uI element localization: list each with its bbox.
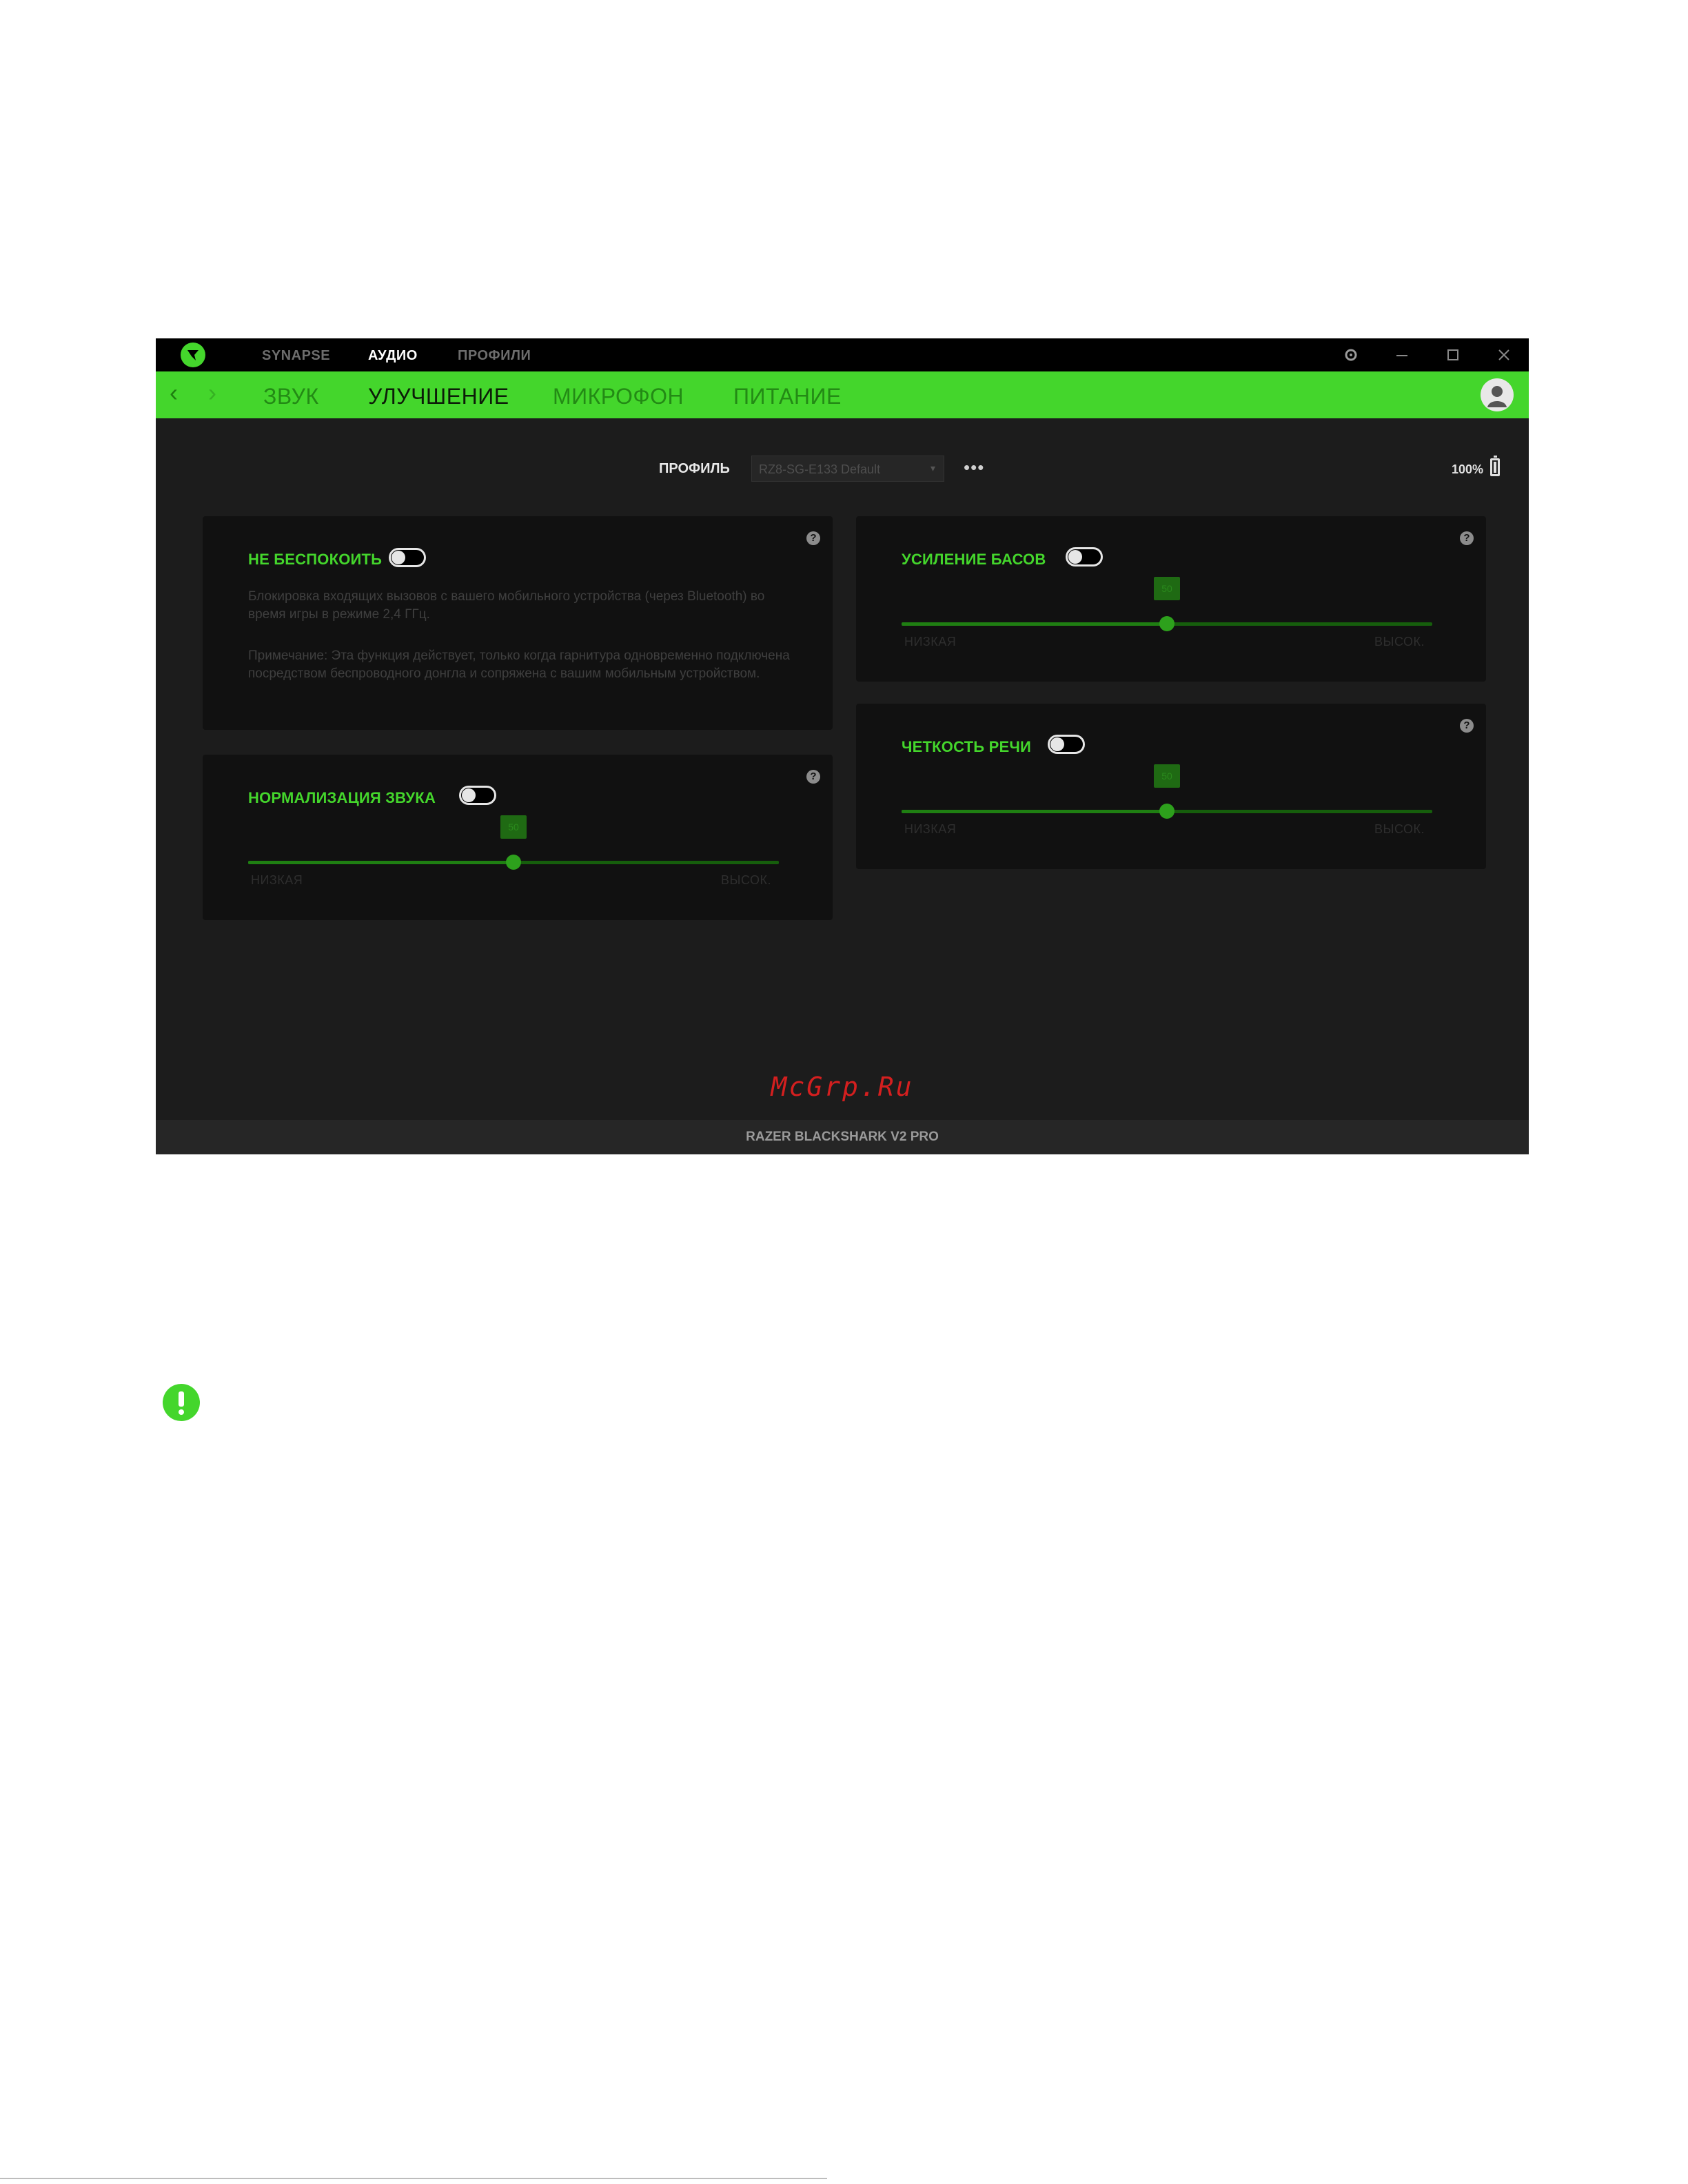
profile-label: ПРОФИЛЬ — [659, 461, 730, 476]
help-icon[interactable]: ? — [806, 531, 820, 545]
clarity-slider[interactable]: 50 — [902, 764, 1432, 819]
slider-low-label: НИЗКАЯ — [251, 873, 303, 887]
help-icon[interactable]: ? — [1460, 531, 1474, 545]
slider-fill — [902, 810, 1167, 813]
tab-microphone[interactable]: МИКРОФОН — [553, 384, 684, 409]
user-icon[interactable] — [1481, 378, 1514, 411]
tab-enhancement[interactable]: УЛУЧШЕНИЕ — [368, 384, 509, 409]
card-title: УСИЛЕНИЕ БАСОВ — [902, 551, 1046, 568]
tab-synapse[interactable]: SYNAPSE — [262, 348, 330, 364]
card-do-not-disturb: ? НЕ БЕСПОКОИТЬ Блокировка входящих вызо… — [203, 516, 833, 730]
profile-dropdown[interactable]: RZ8-SG-E133 Default ▾ — [751, 456, 944, 482]
profile-row: ПРОФИЛЬ RZ8-SG-E133 Default ▾ ••• 100% — [156, 456, 1529, 483]
slider-fill — [248, 861, 513, 864]
slider-high-label: ВЫСОК. — [721, 873, 772, 887]
bass-slider[interactable]: 50 — [902, 577, 1432, 631]
battery-icon — [1490, 456, 1500, 476]
device-name: RAZER BLACKSHARK V2 PRO — [746, 1130, 939, 1144]
battery-percent: 100% — [1452, 462, 1484, 476]
slider-thumb[interactable] — [1159, 804, 1175, 819]
device-footer: RAZER BLACKSHARK V2 PRO — [156, 1120, 1529, 1154]
chevron-down-icon: ▾ — [930, 462, 935, 473]
alert-icon — [163, 1384, 200, 1421]
tab-power[interactable]: ПИТАНИЕ — [733, 384, 842, 409]
back-icon[interactable]: ‹ — [170, 378, 178, 407]
slider-value: 50 — [1154, 764, 1180, 788]
app-window: SYNAPSE АУДИО ПРОФИЛИ ‹ › ЗВУК УЛУЧШЕНИЕ… — [156, 338, 1529, 1154]
normalization-toggle[interactable] — [459, 786, 496, 805]
card-sound-normalization: ? НОРМАЛИЗАЦИЯ ЗВУКА 50 НИЗКАЯ ВЫСОК. — [203, 755, 833, 920]
card-bass-boost: ? УСИЛЕНИЕ БАСОВ 50 НИЗКАЯ ВЫСОК. — [856, 516, 1486, 682]
main-content: ПРОФИЛЬ RZ8-SG-E133 Default ▾ ••• 100% ?… — [156, 418, 1529, 1120]
normalization-slider[interactable]: 50 — [248, 815, 779, 870]
razer-logo-icon[interactable] — [181, 343, 205, 367]
dnd-toggle[interactable] — [389, 548, 426, 567]
sub-navigation-bar: ‹ › ЗВУК УЛУЧШЕНИЕ МИКРОФОН ПИТАНИЕ — [156, 371, 1529, 418]
card-title: ЧЕТКОСТЬ РЕЧИ — [902, 738, 1032, 755]
maximize-icon[interactable] — [1442, 344, 1464, 366]
tab-audio[interactable]: АУДИО — [368, 348, 418, 364]
gear-icon[interactable] — [1340, 344, 1362, 366]
clarity-toggle[interactable] — [1048, 735, 1085, 754]
card-note: Примечание: Эта функция действует, тольк… — [248, 649, 790, 681]
more-options-button[interactable]: ••• — [964, 457, 984, 478]
card-voice-clarity: ? ЧЕТКОСТЬ РЕЧИ 50 НИЗКАЯ ВЫСОК. — [856, 704, 1486, 869]
tab-sound[interactable]: ЗВУК — [263, 384, 319, 409]
card-description: Блокировка входящих вызовов с вашего моб… — [248, 589, 765, 622]
page-divider — [0, 2178, 827, 2179]
close-icon[interactable] — [1493, 344, 1515, 366]
minimize-icon[interactable] — [1391, 344, 1413, 366]
tab-profiles[interactable]: ПРОФИЛИ — [458, 348, 531, 364]
slider-high-label: ВЫСОК. — [1374, 635, 1425, 649]
help-icon[interactable]: ? — [1460, 719, 1474, 733]
slider-thumb[interactable] — [506, 855, 521, 870]
forward-icon[interactable]: › — [208, 378, 216, 407]
slider-value: 50 — [1154, 577, 1180, 600]
card-title: НОРМАЛИЗАЦИЯ ЗВУКА — [248, 789, 436, 806]
slider-value: 50 — [500, 815, 527, 839]
bass-toggle[interactable] — [1066, 547, 1103, 567]
slider-fill — [902, 622, 1167, 626]
profile-selected-value: RZ8-SG-E133 Default — [759, 462, 881, 476]
title-bar: SYNAPSE АУДИО ПРОФИЛИ — [156, 338, 1529, 371]
slider-low-label: НИЗКАЯ — [904, 822, 957, 836]
slider-thumb[interactable] — [1159, 616, 1175, 631]
slider-high-label: ВЫСОК. — [1374, 822, 1425, 836]
help-icon[interactable]: ? — [806, 770, 820, 784]
slider-low-label: НИЗКАЯ — [904, 635, 957, 649]
card-title: НЕ БЕСПОКОИТЬ — [248, 551, 383, 568]
watermark: McGrp.Ru — [771, 1072, 914, 1102]
